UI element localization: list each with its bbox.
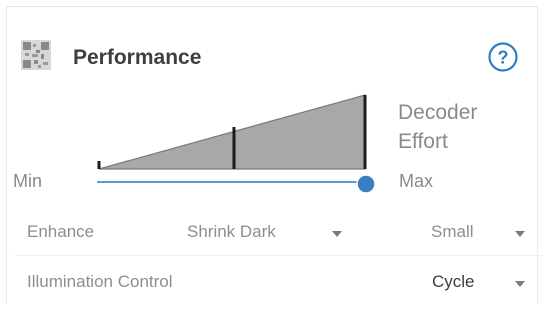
- illumination-control-label: Illumination Control: [27, 272, 173, 291]
- chevron-down-icon: [332, 231, 342, 237]
- help-circle-icon[interactable]: ?: [487, 41, 519, 73]
- row-divider: [15, 255, 543, 256]
- svg-text:?: ?: [498, 48, 509, 68]
- enhance-label: Enhance: [27, 222, 95, 241]
- chevron-down-icon: [515, 281, 525, 287]
- chevron-down-icon: [515, 231, 525, 237]
- slider-max-label: Max: [399, 171, 434, 191]
- illumination-control-dropdown[interactable]: Cycle: [427, 270, 527, 296]
- panel-title: Performance: [73, 46, 202, 69]
- slider-min-label: Min: [13, 171, 43, 191]
- qr-code-icon: [21, 40, 51, 70]
- enhance-mode-dropdown[interactable]: Shrink Dark: [187, 220, 343, 246]
- slider-thumb[interactable]: [356, 174, 376, 194]
- effort-level-graphic: [97, 94, 367, 170]
- enhance-size-value: Small: [431, 222, 474, 241]
- enhance-mode-value: Shrink Dark: [187, 222, 276, 241]
- decoder-effort-slider[interactable]: [97, 170, 387, 200]
- performance-panel: Performance ? Decoder Effort Min Max Enh…: [6, 6, 543, 304]
- enhance-size-dropdown[interactable]: Small: [427, 220, 527, 246]
- illumination-control-value: Cycle: [432, 272, 475, 291]
- decoder-effort-label: Decoder Effort: [398, 101, 478, 153]
